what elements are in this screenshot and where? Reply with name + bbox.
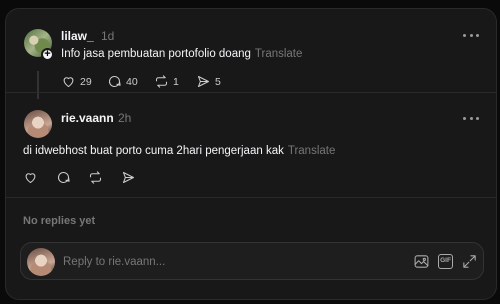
repost-button[interactable]: 1 [154, 74, 179, 89]
thread-card: + lilaw_ 1d Info jasa pembuatan portofol… [5, 8, 497, 300]
translate-link[interactable]: Translate [288, 145, 336, 157]
share-button[interactable] [121, 170, 136, 185]
reply-text: di idwebhost buat porto cuma 2hari penge… [23, 145, 335, 157]
comment-button[interactable]: 40 [107, 74, 138, 89]
avatar[interactable] [24, 110, 52, 138]
more-icon[interactable] [463, 34, 479, 38]
reply-composer[interactable]: GIF [20, 242, 484, 280]
post-username[interactable]: lilaw_ [61, 29, 94, 43]
like-button[interactable] [23, 170, 38, 185]
heart-icon [63, 77, 74, 88]
expand-button[interactable] [461, 253, 478, 270]
send-icon [122, 171, 135, 184]
send-icon [197, 75, 210, 88]
more-icon[interactable] [463, 117, 479, 121]
comment-button[interactable] [56, 170, 71, 185]
gif-icon[interactable]: GIF [438, 254, 453, 269]
post-text: Info jasa pembuatan portofolio doang Tran… [61, 48, 302, 60]
like-count: 29 [80, 75, 92, 88]
comment-icon [108, 75, 121, 87]
share-count: 5 [215, 75, 221, 88]
image-icon [414, 255, 429, 268]
reply-time: 2h [118, 111, 132, 125]
comment-icon [57, 171, 70, 183]
reply-body: di idwebhost buat porto cuma 2hari penge… [23, 145, 284, 157]
plus-icon[interactable]: + [41, 48, 54, 61]
reply-username[interactable]: rie.vaann [61, 111, 114, 125]
divider [6, 92, 496, 93]
image-button[interactable] [413, 253, 430, 270]
avatar [27, 248, 55, 276]
post-body: Info jasa pembuatan portofolio doang [61, 48, 251, 60]
like-button[interactable]: 29 [61, 74, 92, 89]
comment-count: 40 [126, 75, 138, 88]
translate-link[interactable]: Translate [255, 48, 303, 60]
repost-button[interactable] [88, 170, 103, 185]
repost-icon [89, 171, 102, 184]
reply-input[interactable] [63, 253, 363, 271]
repost-icon [155, 75, 168, 88]
no-replies-text: No replies yet [23, 215, 96, 227]
thread-line [37, 71, 39, 99]
heart-icon [25, 173, 36, 184]
divider [6, 197, 496, 198]
repost-count: 1 [173, 75, 179, 88]
expand-icon [463, 255, 476, 268]
share-button[interactable]: 5 [196, 74, 221, 89]
post-time: 1d [101, 29, 115, 43]
